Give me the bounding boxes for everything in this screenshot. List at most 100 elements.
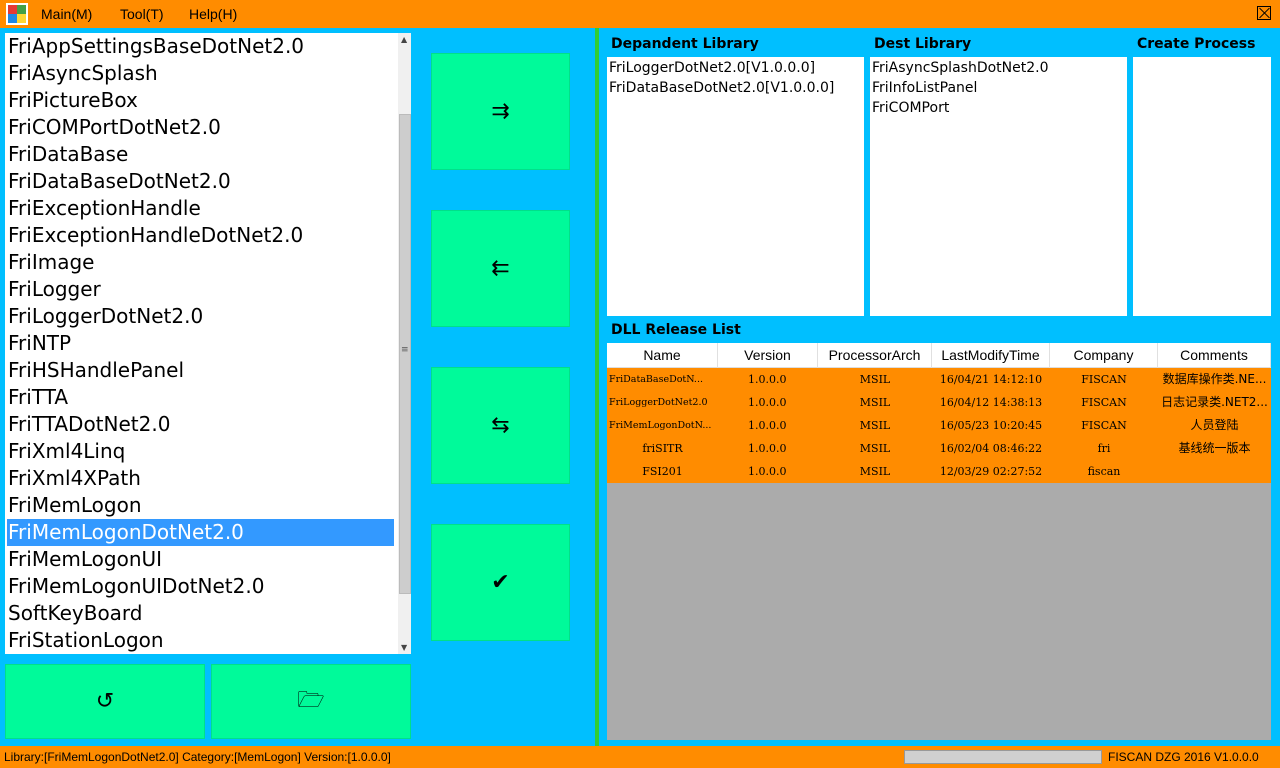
table-cell: FISCAN bbox=[1081, 396, 1127, 409]
status-bar: Library:[FriMemLogonDotNet2.0] Category:… bbox=[0, 746, 1280, 768]
panel-list-item[interactable]: FriLoggerDotNet2.0[V1.0.0.0] bbox=[607, 58, 864, 78]
table-row[interactable]: FSI201 1.0.0.0 MSIL 12/03/29 02:27:52 fiscan bbox=[607, 460, 1271, 483]
library-item[interactable]: FriXml4Linq bbox=[7, 438, 394, 465]
library-item[interactable]: SoftKeyBoard bbox=[7, 600, 394, 627]
table-cell: friSITR bbox=[642, 442, 683, 455]
dependent-library-list[interactable]: FriLoggerDotNet2.0[V1.0.0.0] FriDataBaseD… bbox=[607, 57, 864, 316]
column-header[interactable]: Comments bbox=[1158, 343, 1271, 368]
table-cell: 12/03/29 02:27:52 bbox=[939, 465, 1043, 478]
library-item[interactable]: FriMemLogonDotNet2.0 bbox=[7, 519, 394, 546]
panel-list-item[interactable]: FriAsyncSplashDotNet2.0 bbox=[870, 58, 1127, 78]
scroll-grip-icon: ≡ bbox=[401, 345, 409, 355]
scroll-up-icon[interactable]: ▲ bbox=[401, 35, 407, 44]
column-header[interactable]: Name bbox=[607, 343, 718, 368]
dest-library-label: Dest Library bbox=[874, 36, 972, 52]
menu-help[interactable]: Help(H) bbox=[189, 6, 237, 22]
menu-main[interactable]: Main(M) bbox=[41, 6, 92, 22]
library-item[interactable]: FriStationLogon bbox=[7, 627, 394, 654]
table-cell: MSIL bbox=[859, 419, 891, 432]
table-row[interactable]: FriMemLogonDotN... 1.0.0.0 MSIL 16/05/23 10… bbox=[607, 414, 1271, 437]
table-cell: 1.0.0.0 bbox=[748, 396, 787, 409]
table-cell: FSI201 bbox=[642, 465, 683, 478]
app-logo-icon bbox=[6, 3, 28, 25]
table-cell: 人员登陆 bbox=[1190, 418, 1239, 432]
refresh-button[interactable]: ↺ bbox=[5, 664, 205, 739]
column-header[interactable]: Company bbox=[1050, 343, 1158, 368]
swap-button[interactable]: ⇆ bbox=[431, 367, 570, 484]
table-cell: FISCAN bbox=[1081, 419, 1127, 432]
library-item[interactable]: FriMemLogon bbox=[7, 492, 394, 519]
library-item[interactable]: FriDataBaseDotNet2.0 bbox=[7, 168, 394, 195]
remove-dependency-button[interactable]: ⇇ bbox=[431, 210, 570, 327]
table-cell: 16/05/23 10:20:45 bbox=[939, 419, 1043, 432]
double-arrow-right-icon: ⇉ bbox=[491, 99, 510, 124]
library-item[interactable]: FriTTA bbox=[7, 384, 394, 411]
menu-tool[interactable]: Tool(T) bbox=[120, 6, 164, 22]
table-cell: 1.0.0.0 bbox=[748, 465, 787, 478]
table-cell: MSIL bbox=[859, 396, 891, 409]
table-row[interactable]: friSITR 1.0.0.0 MSIL 16/02/04 08:46:22 fri 基线… bbox=[607, 437, 1271, 460]
library-item[interactable]: FriLoggerDotNet2.0 bbox=[7, 303, 394, 330]
table-cell: FISCAN bbox=[1081, 373, 1127, 386]
table-cell: 1.0.0.0 bbox=[748, 373, 787, 386]
library-item[interactable]: FriExceptionHandleDotNet2.0 bbox=[7, 222, 394, 249]
table-cell: 1.0.0.0 bbox=[748, 442, 787, 455]
column-header[interactable]: Version bbox=[718, 343, 818, 368]
table-cell: MSIL bbox=[859, 442, 891, 455]
menu-bar: Main(M) Tool(T) Help(H) bbox=[0, 0, 1280, 28]
library-item[interactable]: FriCOMPortDotNet2.0 bbox=[7, 114, 394, 141]
scroll-down-icon[interactable]: ▼ bbox=[401, 643, 407, 652]
list-scrollbar[interactable]: ▲ ≡ ▼ bbox=[398, 33, 411, 654]
refresh-icon: ↺ bbox=[95, 689, 115, 714]
create-process-label: Create Process bbox=[1137, 36, 1256, 52]
panel-divider[interactable] bbox=[595, 28, 599, 746]
table-cell: 数据库操作类.NE... bbox=[1162, 372, 1267, 386]
library-item[interactable]: FriDataBase bbox=[7, 141, 394, 168]
progress-bar bbox=[904, 750, 1102, 764]
library-item[interactable]: FriXml4XPath bbox=[7, 465, 394, 492]
table-cell: MSIL bbox=[859, 373, 891, 386]
library-item[interactable]: FriNTP bbox=[7, 330, 394, 357]
status-text: Library:[FriMemLogonDotNet2.0] Category:… bbox=[4, 750, 391, 764]
create-process-list[interactable] bbox=[1133, 57, 1271, 316]
panel-list-item[interactable]: FriDataBaseDotNet2.0[V1.0.0.0] bbox=[607, 78, 864, 98]
dll-release-grid[interactable]: Name Version ProcessorArch LastModifyTime Co… bbox=[607, 343, 1271, 740]
panel-list-item[interactable]: FriInfoListPanel bbox=[870, 78, 1127, 98]
library-item[interactable]: FriExceptionHandle bbox=[7, 195, 394, 222]
double-arrow-left-icon: ⇇ bbox=[491, 256, 510, 281]
table-cell: fri bbox=[1097, 442, 1111, 455]
version-text: FISCAN DZG 2016 V1.0.0.0 bbox=[1108, 750, 1259, 764]
library-item[interactable]: FriMemLogonUI bbox=[7, 546, 394, 573]
library-list[interactable]: FriAppSettingsBaseDotNet2.0 FriAsyncSplas… bbox=[5, 33, 411, 654]
dest-library-list[interactable]: FriAsyncSplashDotNet2.0 FriInfoListPanel F… bbox=[870, 57, 1127, 316]
table-cell: 16/04/21 14:12:10 bbox=[939, 373, 1043, 386]
table-row[interactable]: FriLoggerDotNet2.0 1.0.0.0 MSIL 16/04/12 14… bbox=[607, 391, 1271, 414]
confirm-button[interactable]: ✔ bbox=[431, 524, 570, 641]
checkmark-icon: ✔ bbox=[491, 570, 510, 595]
library-item[interactable]: FriLogger bbox=[7, 276, 394, 303]
library-item[interactable]: FriImage bbox=[7, 249, 394, 276]
close-icon[interactable] bbox=[1257, 6, 1271, 20]
swap-arrows-icon: ⇆ bbox=[491, 413, 510, 438]
table-cell: FriDataBaseDotN... bbox=[609, 374, 703, 385]
table-row[interactable]: FriDataBaseDotN... 1.0.0.0 MSIL 16/04/21 14… bbox=[607, 368, 1271, 391]
library-item[interactable]: FriAsyncSplash bbox=[7, 60, 394, 87]
library-item[interactable]: FriPictureBox bbox=[7, 87, 394, 114]
column-header[interactable]: ProcessorArch bbox=[818, 343, 932, 368]
library-item[interactable]: FriAppSettingsBaseDotNet2.0 bbox=[7, 33, 394, 60]
library-item[interactable]: FriHSHandlePanel bbox=[7, 357, 394, 384]
table-cell: 1.0.0.0 bbox=[748, 419, 787, 432]
library-item[interactable]: FriTTADotNet2.0 bbox=[7, 411, 394, 438]
table-cell: FriLoggerDotNet2.0 bbox=[609, 397, 708, 408]
dll-release-label: DLL Release List bbox=[611, 322, 741, 338]
dependent-library-label: Depandent Library bbox=[611, 36, 759, 52]
open-folder-button[interactable]: 🗁 bbox=[211, 664, 411, 739]
column-header[interactable]: LastModifyTime bbox=[932, 343, 1050, 368]
table-cell: 基线统一版本 bbox=[1178, 441, 1251, 455]
add-dependency-button[interactable]: ⇉ bbox=[431, 53, 570, 170]
table-cell: fiscan bbox=[1087, 465, 1121, 478]
panel-list-item[interactable]: FriCOMPort bbox=[870, 98, 1127, 118]
table-cell: FriMemLogonDotN... bbox=[609, 420, 712, 431]
library-item[interactable]: FriMemLogonUIDotNet2.0 bbox=[7, 573, 394, 600]
table-cell: 16/04/12 14:38:13 bbox=[939, 396, 1043, 409]
